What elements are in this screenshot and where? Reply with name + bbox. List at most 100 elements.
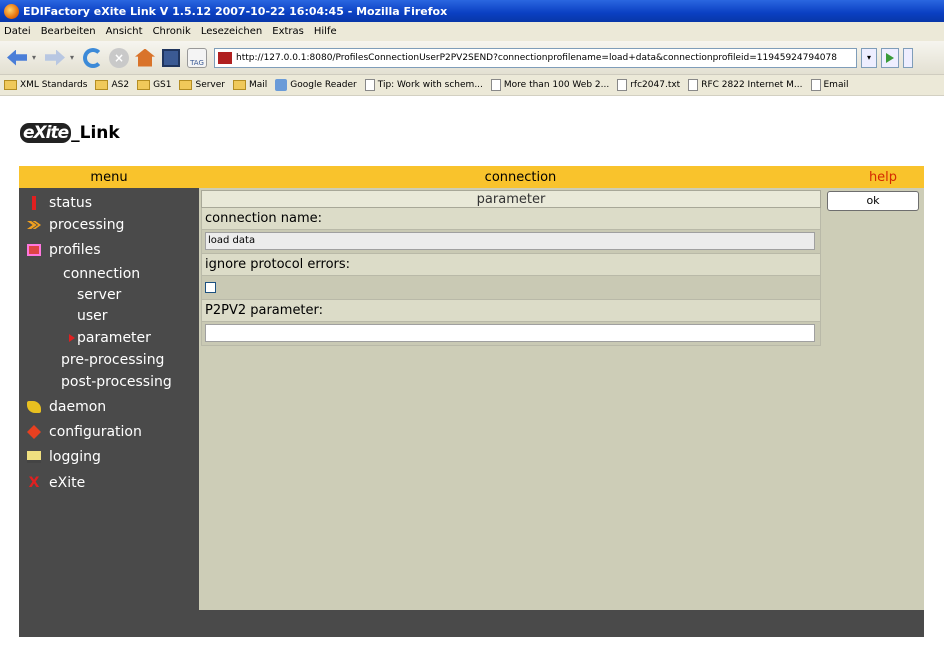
menu-hilfe[interactable]: Hilfe	[314, 26, 337, 37]
bookmark-label: Tip: Work with schem...	[377, 80, 483, 90]
bookmark-mail[interactable]: Mail	[233, 80, 267, 90]
firefox-icon	[4, 3, 19, 19]
go-button[interactable]	[881, 47, 899, 68]
bookmark-label: RFC 2822 Internet M...	[701, 80, 803, 90]
folder-icon	[95, 80, 109, 90]
forward-arrow-icon	[45, 49, 65, 66]
sidebar-item-daemon[interactable]: daemon	[27, 399, 106, 415]
menu-datei[interactable]: Datei	[4, 26, 31, 37]
ok-button[interactable]: ok	[827, 191, 919, 211]
sidebar-item-configuration[interactable]: configuration	[27, 424, 142, 440]
sidebar-item-connection[interactable]: connection	[63, 266, 140, 282]
bookmark-xml-standards[interactable]: XML Standards	[4, 80, 87, 90]
sidebar-item-label: processing	[49, 217, 125, 233]
site-favicon-icon	[218, 51, 232, 64]
sidebar-item-label: post-processing	[61, 374, 172, 390]
sidebar-item-user[interactable]: user	[77, 308, 108, 324]
sidebar-item-post-processing[interactable]: post-processing	[61, 374, 172, 390]
profiles-icon	[27, 244, 41, 256]
logging-icon	[27, 451, 41, 463]
bookmark-rfc2047[interactable]: rfc2047.txt	[617, 79, 680, 91]
bookmark-gs1[interactable]: GS1	[137, 80, 171, 90]
sidebar-item-label: connection	[63, 266, 141, 282]
go-arrow-icon	[886, 52, 894, 63]
save-page-button[interactable]	[160, 47, 182, 69]
menu-lesezeichen[interactable]: Lesezeichen	[201, 26, 262, 37]
back-button[interactable]	[6, 47, 28, 69]
header-menu-title: menu	[90, 169, 128, 185]
sidebar-item-parameter[interactable]: parameter	[69, 330, 151, 346]
p2pv2-parameter-label: P2PV2 parameter:	[201, 300, 821, 322]
page-icon	[617, 79, 628, 91]
stop-button[interactable]: ×	[108, 47, 130, 69]
forward-history-dropdown[interactable]: ▾	[70, 53, 78, 62]
ignore-protocol-errors-row	[201, 276, 821, 300]
menu-chronik[interactable]: Chronik	[153, 26, 191, 37]
window-titlebar: EDIFactory eXite Link V 1.5.12 2007-10-2…	[0, 0, 944, 22]
home-icon	[135, 48, 155, 67]
connection-name-field[interactable]: load data	[205, 232, 815, 250]
stop-icon: ×	[109, 47, 129, 68]
processing-arrows-icon	[27, 221, 41, 229]
ignore-protocol-errors-label: ignore protocol errors:	[201, 254, 821, 276]
bookmark-server[interactable]: Server	[179, 80, 225, 90]
address-bar-url: http://127.0.0.1:8080/ProfilesConnection…	[236, 52, 837, 63]
connection-name-row: load data	[201, 230, 821, 254]
sidebar-item-label: configuration	[49, 424, 142, 440]
search-box[interactable]	[903, 47, 913, 68]
address-bar[interactable]: http://127.0.0.1:8080/ProfilesConnection…	[214, 47, 857, 68]
sidebar-item-exite[interactable]: X eXite	[27, 475, 86, 491]
p2pv2-parameter-field[interactable]	[205, 324, 815, 342]
page-icon	[490, 79, 501, 91]
reload-button[interactable]	[82, 47, 104, 69]
configuration-icon	[27, 425, 41, 439]
logo-prefix: eXite	[20, 123, 72, 143]
menu-bearbeiten[interactable]: Bearbeiten	[41, 26, 96, 37]
sidebar-item-label: pre-processing	[61, 352, 165, 368]
folder-icon	[233, 80, 246, 90]
url-history-dropdown[interactable]: ▾	[861, 47, 877, 68]
sidebar-item-processing[interactable]: processing	[27, 217, 124, 233]
close-x-icon: X	[28, 475, 40, 491]
sidebar-item-label: status	[49, 195, 93, 211]
tag-icon: TAG	[187, 47, 207, 68]
page-icon	[364, 79, 375, 91]
form-heading: parameter	[201, 190, 821, 208]
back-history-dropdown[interactable]: ▾	[32, 53, 40, 62]
sidebar-item-pre-processing[interactable]: pre-processing	[61, 352, 164, 368]
bookmark-label: More than 100 Web 2...	[503, 80, 610, 90]
bookmark-web2[interactable]: More than 100 Web 2...	[490, 79, 610, 91]
home-button[interactable]	[134, 47, 156, 69]
page-icon	[810, 79, 821, 91]
sidebar-item-profiles[interactable]: profiles	[27, 242, 101, 258]
sidebar-item-status[interactable]: status	[27, 195, 92, 211]
sidebar-item-label: daemon	[49, 399, 107, 415]
folder-icon	[4, 80, 17, 90]
bookmark-email[interactable]: Email	[810, 79, 849, 91]
exite-link-logo: eXite _Link	[20, 123, 120, 143]
bookmark-label: Server	[195, 80, 225, 90]
help-link[interactable]: help	[842, 170, 924, 185]
footer-bar	[199, 610, 924, 637]
bookmark-as2[interactable]: AS2	[95, 80, 129, 90]
bookmark-tip-schema[interactable]: Tip: Work with schem...	[364, 79, 483, 91]
tag-button[interactable]: TAG	[186, 47, 208, 69]
bookmark-label: XML Standards	[20, 80, 88, 90]
menu-extras[interactable]: Extras	[272, 26, 304, 37]
bookmark-google-reader[interactable]: Google Reader	[275, 79, 357, 91]
bookmark-label: GS1	[153, 80, 172, 90]
sidebar-item-label: logging	[49, 449, 101, 465]
parameter-form: parameter connection name: load data ign…	[201, 190, 821, 346]
forward-button[interactable]	[44, 47, 66, 69]
folder-icon	[179, 80, 193, 90]
bookmark-rfc2822[interactable]: RFC 2822 Internet M...	[688, 79, 803, 91]
bookmark-label: Email	[823, 80, 849, 90]
bookmark-label: Mail	[249, 80, 268, 90]
ignore-protocol-errors-checkbox[interactable]	[205, 282, 216, 293]
menu-ansicht[interactable]: Ansicht	[106, 26, 143, 37]
reload-icon	[83, 47, 103, 68]
sidebar-item-server[interactable]: server	[77, 287, 121, 303]
sidebar-item-label: parameter	[77, 330, 151, 346]
daemon-icon	[27, 401, 41, 413]
sidebar-item-logging[interactable]: logging	[27, 449, 101, 465]
